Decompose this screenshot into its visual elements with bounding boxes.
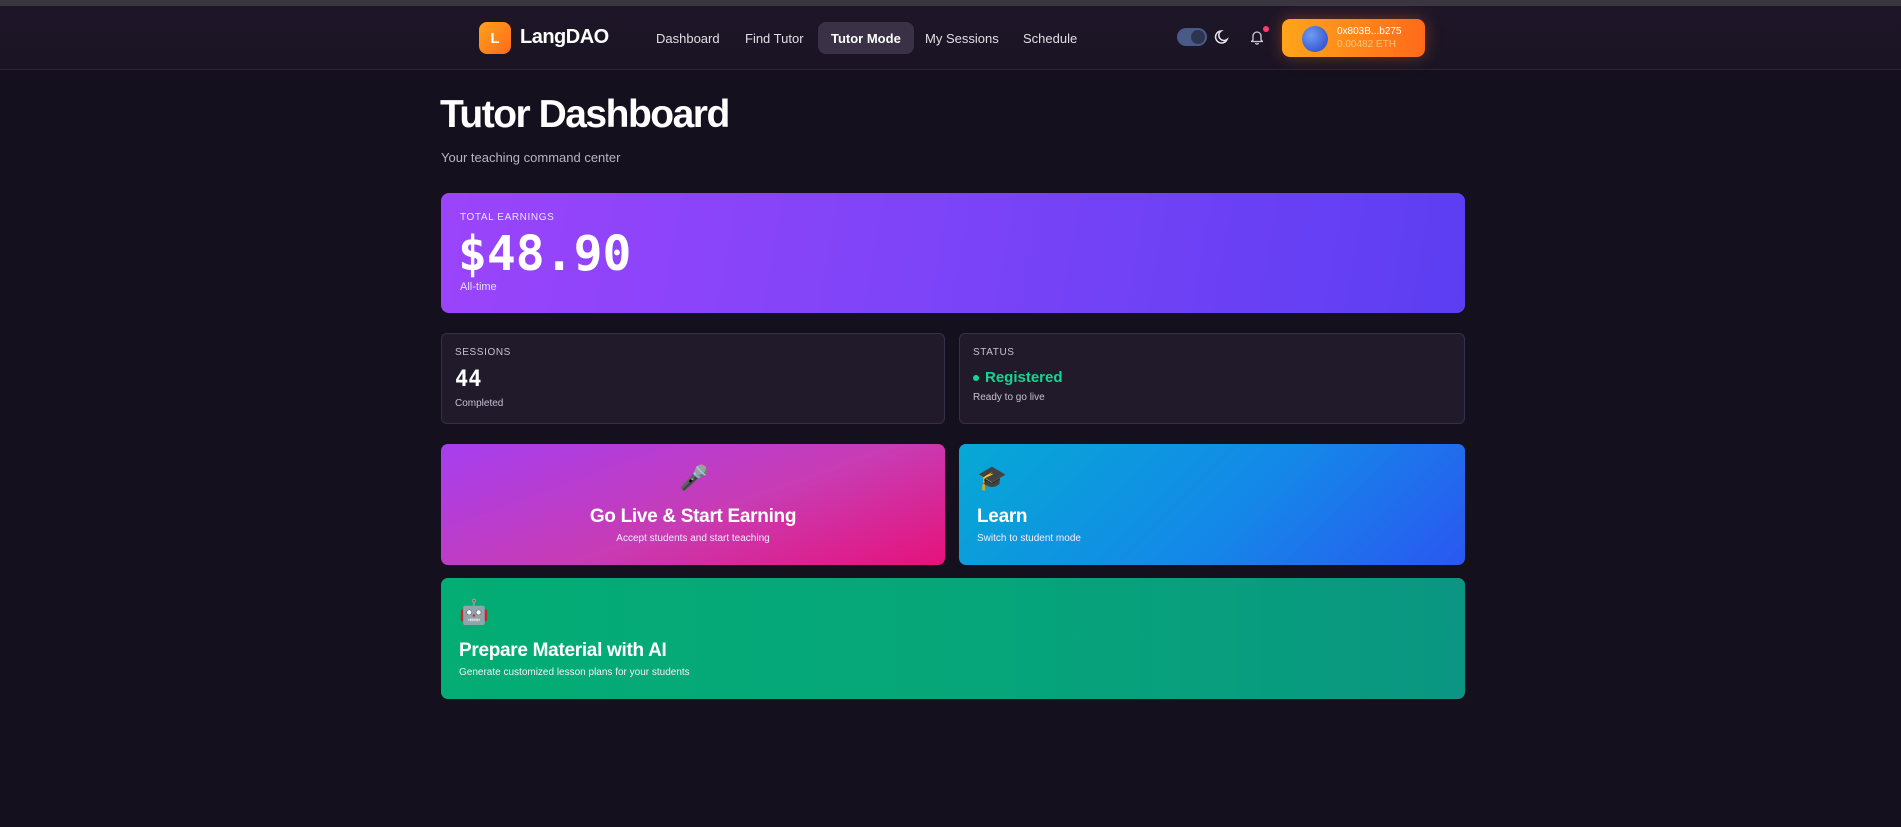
status-value: Registered [985,369,1063,386]
moon-icon[interactable] [1213,27,1233,47]
nav-find-tutor[interactable]: Find Tutor [732,22,817,54]
status-sub: Ready to go live [973,392,1045,403]
top-navbar: L LangDAO Dashboard Find Tutor Tutor Mod… [0,6,1901,70]
theme-toggle[interactable] [1177,28,1207,46]
page-title: Tutor Dashboard [440,93,730,136]
wallet-balance: 0.00482 ETH [1337,39,1396,50]
status-card: STATUS Registered Ready to go live [959,333,1465,424]
sessions-card: SESSIONS 44 Completed [441,333,945,424]
toggle-knob [1191,30,1205,44]
learn-card[interactable]: 🎓 Learn Switch to student mode [959,444,1465,565]
total-earnings-card: TOTAL EARNINGS $48.90 All-time [441,193,1465,313]
nav-schedule[interactable]: Schedule [1010,22,1090,54]
earnings-label: TOTAL EARNINGS [460,212,555,223]
nav-dashboard[interactable]: Dashboard [643,22,733,54]
nav-my-sessions[interactable]: My Sessions [912,22,1012,54]
status-dot-icon [973,374,979,381]
graduation-cap-icon: 🎓 [977,465,1007,492]
notification-dot [1263,26,1269,32]
brand-name[interactable]: LangDAO [520,26,609,49]
learn-sub: Switch to student mode [977,533,1081,544]
robot-icon: 🤖 [459,599,489,626]
wallet-button[interactable]: 0x803B...b275 0.00482 ETH [1282,19,1425,57]
nav-tutor-mode[interactable]: Tutor Mode [818,22,914,54]
page-subtitle: Your teaching command center [441,150,621,165]
microphone-icon: 🎤 [679,465,709,492]
go-live-title: Go Live & Start Earning [589,506,797,527]
go-live-card[interactable]: 🎤 Go Live & Start Earning Accept student… [441,444,945,565]
earnings-value: $48.90 [458,226,632,282]
ai-material-card[interactable]: 🤖 Prepare Material with AI Generate cust… [441,578,1465,699]
earnings-sub: All-time [460,281,497,293]
sessions-value: 44 [455,367,482,392]
ai-material-sub: Generate customized lesson plans for you… [459,667,690,678]
ai-material-title: Prepare Material with AI [459,640,667,661]
sessions-sub: Completed [455,398,504,409]
status-row: Registered [973,369,1063,386]
status-label: STATUS [973,347,1015,358]
sessions-label: SESSIONS [455,347,511,358]
wallet-address: 0x803B...b275 [1337,26,1402,37]
go-live-sub: Accept students and start teaching [616,533,770,544]
wallet-avatar [1302,26,1328,52]
learn-title: Learn [977,506,1028,527]
logo-icon[interactable]: L [479,22,511,54]
